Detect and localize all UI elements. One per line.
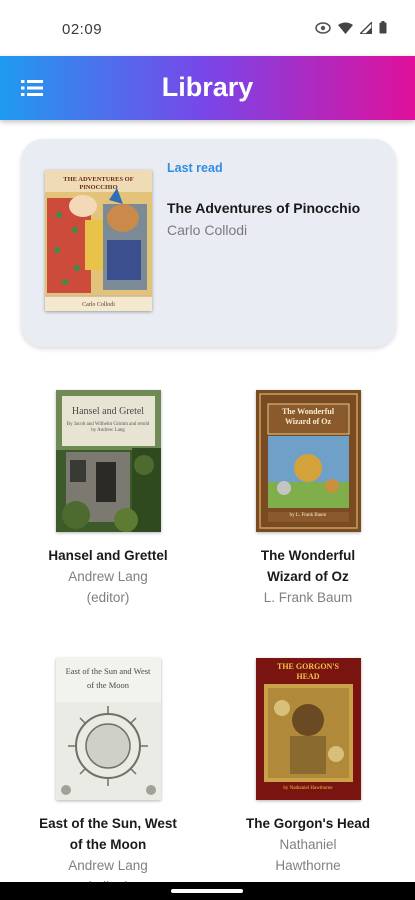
status-icons [315, 20, 387, 39]
last-read-label: Last read [167, 161, 223, 175]
battery-icon [379, 21, 387, 39]
book-cover-title: THE GORGON'S HEAD [276, 662, 339, 681]
last-read-title: The Adventures of Pinocchio [167, 200, 361, 216]
book-item[interactable]: The Wonderful Wizard of Oz by L. Frank B… [218, 390, 398, 608]
book-cover: The Wonderful Wizard of Oz by L. Frank B… [255, 390, 361, 532]
data-saver-icon [315, 21, 331, 39]
last-read-card[interactable]: THE ADVENTURES OF PINOCCHIO Carlo Collod… [21, 139, 396, 347]
book-item[interactable]: THE GORGON'S HEAD by Nathaniel Hawthorne… [218, 658, 398, 876]
book-cover-subtitle: By Jacob and Wilhelm Grimm and retold by… [66, 422, 150, 433]
status-time: 02:09 [62, 21, 103, 38]
book-cover-subtitle: by L. Frank Baum [289, 513, 327, 518]
book-author: Andrew Lang (editor) [68, 569, 148, 605]
book-cover-title: East of the Sun and West of the Moon [65, 666, 151, 690]
book-item[interactable]: East of the Sun and West of the Moon Eas… [18, 658, 198, 897]
book-item[interactable]: Hansel and Gretel By Jacob and Wilhelm G… [18, 390, 198, 608]
book-title: East of the Sun, West of the Moon [39, 816, 177, 852]
book-cover-title: The Wonderful Wizard of Oz [281, 407, 335, 426]
wifi-icon [338, 21, 353, 39]
book-title: Hansel and Grettel [48, 548, 168, 563]
last-read-cover-author: Carlo Collodi [82, 302, 115, 308]
app-bar: Library [0, 56, 415, 120]
book-author: Nathaniel Hawthorne [275, 837, 341, 873]
last-read-cover: THE ADVENTURES OF PINOCCHIO Carlo Collod… [45, 170, 152, 311]
book-title: The Gorgon's Head [246, 816, 370, 831]
gesture-bar [0, 882, 415, 900]
status-bar: 02:09 [0, 0, 415, 56]
book-cover-subtitle: by Nathaniel Hawthorne [283, 786, 333, 791]
book-cover: East of the Sun and West of the Moon [55, 658, 161, 800]
page-title: Library [161, 72, 254, 102]
book-cover: Hansel and Gretel By Jacob and Wilhelm G… [55, 390, 161, 532]
book-cover-title: Hansel and Gretel [71, 406, 145, 417]
book-cover: THE GORGON'S HEAD by Nathaniel Hawthorne [255, 658, 361, 800]
signal-icon [358, 20, 373, 39]
book-author: L. Frank Baum [263, 590, 353, 605]
last-read-cover-title: THE ADVENTURES OF PINOCCHIO [63, 176, 134, 191]
home-indicator[interactable] [171, 889, 243, 893]
last-read-author: Carlo Collodi [167, 222, 248, 238]
book-title: The Wonderful Wizard of Oz [260, 548, 356, 584]
